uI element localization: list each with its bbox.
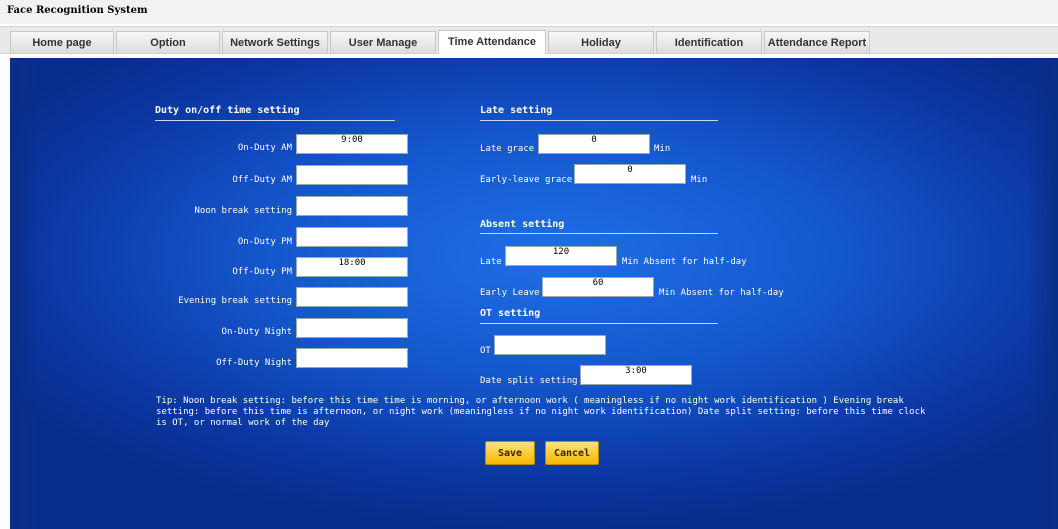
off-duty-night-input[interactable] [296,348,408,368]
on-duty-pm-input[interactable] [296,227,408,247]
panel-edge-right [1028,58,1058,529]
tab-bar: Home page Option Network Settings User M… [0,26,1058,71]
noon-break-label: Noon break setting [194,206,292,216]
tab-time-attendance[interactable]: Time Attendance [438,30,546,54]
tab-option[interactable]: Option [116,31,220,53]
off-duty-am-label: Off-Duty AM [232,175,292,185]
tab-holiday-management[interactable]: Holiday Management [548,31,654,71]
tab-user-manage[interactable]: User Manage [330,31,436,53]
tab-home-page[interactable]: Home page [10,31,114,53]
late-grace-unit: Min [654,144,671,154]
absent-late-input[interactable] [505,246,617,266]
date-split-input[interactable] [580,365,692,385]
off-duty-pm-input[interactable] [296,257,408,277]
ot-divider [480,323,718,324]
absent-divider [480,233,718,234]
app-title: Face Recognition System [7,5,148,16]
late-grace-input[interactable] [538,134,650,154]
panel-edge-left [10,58,40,529]
late-heading: Late setting [480,105,553,116]
late-divider [480,120,718,121]
off-duty-night-label: Off-Duty Night [216,358,292,368]
on-duty-night-label: On-Duty Night [221,327,292,337]
evening-break-label: Evening break setting [178,296,292,306]
on-duty-pm-label: On-Duty PM [237,237,292,247]
on-duty-am-input[interactable] [296,134,408,154]
absent-heading: Absent setting [480,219,565,230]
absent-early-leave-input[interactable] [542,277,654,297]
on-duty-night-input[interactable] [296,318,408,338]
evening-break-input[interactable] [296,287,408,307]
duty-heading: Duty on/off time setting [155,105,300,116]
ot-label: OT [480,346,491,356]
tip-text: Tip: Noon break setting: before this tim… [156,396,926,428]
absent-early-leave-unit: Min Absent for half-day [659,288,784,298]
save-button[interactable]: Save [485,441,535,465]
tab-identification-record[interactable]: Identification Record [656,31,762,71]
settings-panel: Duty on/off time setting On-Duty AM Off-… [10,58,1058,529]
absent-early-leave-label: Early Leave [480,288,540,298]
tab-network-settings[interactable]: Network Settings [222,31,328,53]
off-duty-am-input[interactable] [296,165,408,185]
duty-divider [155,120,395,121]
ot-heading: OT setting [480,308,541,319]
early-leave-grace-input[interactable] [574,164,686,184]
ot-input[interactable] [494,335,606,355]
date-split-label: Date split setting [480,376,578,386]
on-duty-am-label: On-Duty AM [237,143,292,153]
cancel-button[interactable]: Cancel [545,441,599,465]
absent-late-unit: Min Absent for half-day [622,257,747,267]
early-leave-grace-label: Early-leave grace [480,175,573,185]
title-bar: Face Recognition System [0,0,1058,24]
early-leave-grace-unit: Min [691,175,708,185]
late-grace-label: Late grace [480,144,535,154]
noon-break-input[interactable] [296,196,408,216]
tab-attendance-report[interactable]: Attendance Report [764,31,870,53]
off-duty-pm-label: Off-Duty PM [232,267,292,277]
absent-late-label: Late [480,257,502,267]
